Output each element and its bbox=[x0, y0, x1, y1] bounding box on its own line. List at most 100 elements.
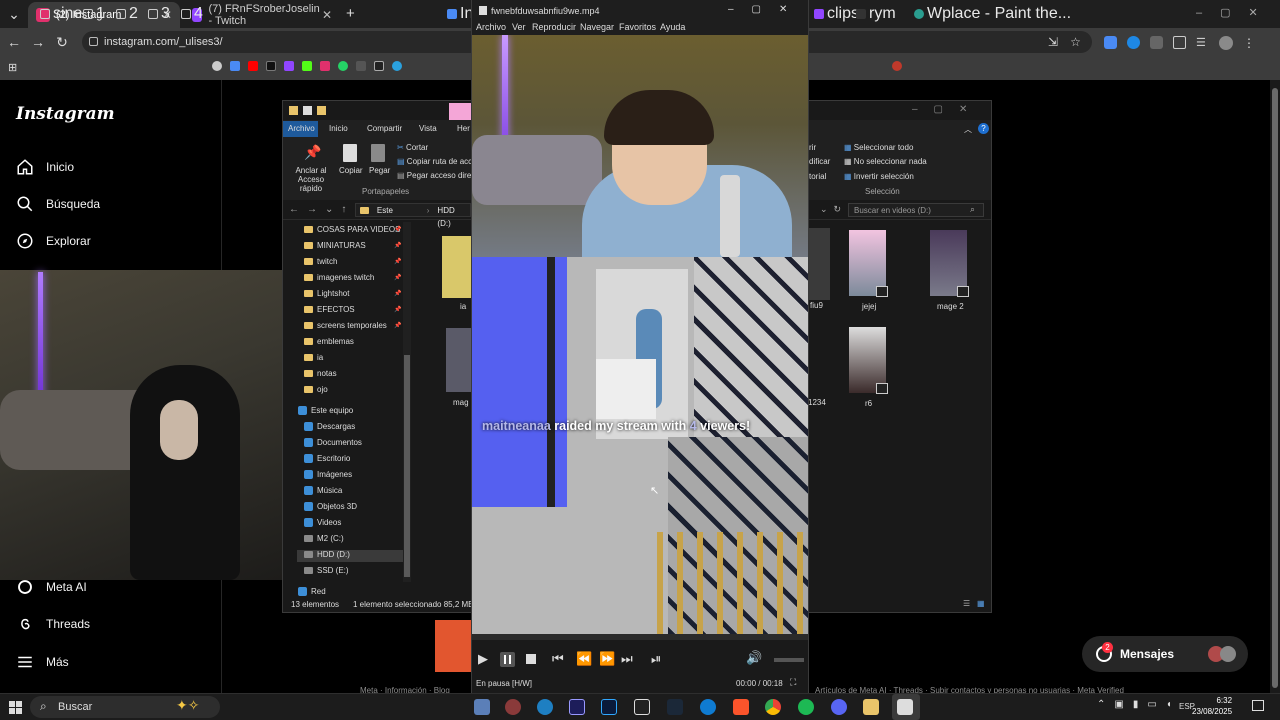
telegram-icon[interactable] bbox=[392, 61, 402, 71]
spotify-icon[interactable] bbox=[798, 699, 814, 715]
back-icon[interactable]: ← bbox=[289, 204, 299, 215]
premiere-icon[interactable] bbox=[569, 699, 585, 715]
reading-list-icon[interactable]: ☰ bbox=[1196, 36, 1209, 49]
file-thumbnail[interactable] bbox=[446, 328, 471, 392]
nav-explore[interactable]: Explorar bbox=[16, 232, 91, 250]
instagram-icon[interactable] bbox=[320, 61, 330, 71]
properties-icon[interactable] bbox=[303, 106, 312, 115]
up-icon[interactable]: ↑ bbox=[341, 204, 346, 215]
file-thumbnail[interactable] bbox=[442, 236, 472, 298]
fast-forward-icon[interactable]: ⏩ bbox=[599, 651, 615, 667]
volume-icon[interactable]: 🔊 bbox=[746, 650, 762, 666]
menu-reproducir[interactable]: Reproducir bbox=[532, 22, 576, 32]
breadcrumb[interactable]: Este equipo › HDD (D:) bbox=[355, 203, 471, 228]
player-window-controls[interactable]: –▢✕ bbox=[728, 4, 805, 15]
this-pc-child-item[interactable]: Documentos bbox=[304, 438, 362, 447]
invert-selection-button[interactable]: ▦ Invertir selección bbox=[844, 172, 914, 181]
apps-grid-icon[interactable]: ⊞ bbox=[8, 61, 17, 74]
taskbar-app-icon[interactable] bbox=[505, 699, 521, 715]
pin-quick-access-button[interactable]: Anclar al Acceso rápido bbox=[287, 166, 335, 193]
tiktok-icon[interactable] bbox=[266, 61, 276, 71]
paste-button[interactable]: Pegar bbox=[369, 166, 390, 175]
copy-path-button[interactable]: ▤ Copiar ruta de acc bbox=[397, 157, 472, 166]
window-controls[interactable]: –▢✕ bbox=[1196, 6, 1276, 19]
quick-access-item[interactable]: screens temporales 📌 bbox=[304, 321, 401, 330]
tray-app-icon[interactable]: ▣ bbox=[1114, 699, 1123, 710]
frame-step-icon[interactable]: ⏯ bbox=[651, 651, 661, 667]
this-pc-child-item[interactable]: HDD (D:) bbox=[304, 550, 350, 559]
profile-avatar[interactable] bbox=[1219, 36, 1233, 50]
ribbon-partial-item[interactable]: rir bbox=[809, 143, 816, 152]
extension-icon[interactable] bbox=[1150, 36, 1163, 49]
whatsapp-icon[interactable] bbox=[338, 61, 348, 71]
chevron-up-icon[interactable]: ⌃ bbox=[1097, 699, 1105, 710]
network-icon[interactable]: ▭ bbox=[1147, 699, 1156, 710]
ribbon-collapse-icon[interactable]: ︿ bbox=[964, 124, 972, 135]
this-pc-child-item[interactable]: M2 (C:) bbox=[304, 534, 344, 543]
file-label[interactable]: fiu9 bbox=[810, 301, 823, 310]
menu-dots-icon[interactable]: ⋮ bbox=[1243, 36, 1255, 50]
tab-archivo[interactable]: Archivo bbox=[288, 124, 315, 133]
menu-ayuda[interactable]: Ayuda bbox=[660, 22, 685, 32]
paste-shortcut-button[interactable]: ▤ Pegar acceso direc bbox=[397, 171, 475, 180]
tab-vista[interactable]: Vista bbox=[419, 124, 437, 133]
quick-access-item[interactable]: emblemas bbox=[304, 337, 354, 346]
quick-access-item[interactable]: twitch 📌 bbox=[304, 257, 401, 266]
new-tab-button[interactable]: + bbox=[346, 5, 355, 22]
edge-icon[interactable] bbox=[700, 699, 716, 715]
file-label[interactable]: ia bbox=[460, 302, 466, 311]
this-pc-child-item[interactable]: Imágenes bbox=[304, 470, 352, 479]
edge-dev-icon[interactable] bbox=[537, 699, 553, 715]
photoshop-icon[interactable] bbox=[601, 699, 617, 715]
quick-access-item[interactable]: MINIATURAS 📌 bbox=[304, 241, 401, 250]
pause-button[interactable] bbox=[500, 652, 515, 667]
file-label[interactable]: jejej bbox=[862, 302, 876, 311]
volume-slider[interactable] bbox=[774, 658, 804, 662]
bookmark-folder[interactable]: 2 bbox=[116, 5, 138, 23]
chevron-down-icon[interactable]: ⌄ bbox=[820, 204, 828, 215]
rewind-icon[interactable]: ⏪ bbox=[576, 651, 592, 667]
this-pc-child-item[interactable]: Música bbox=[304, 486, 342, 495]
instagram-logo[interactable]: Instagram bbox=[16, 104, 115, 124]
stop-icon[interactable] bbox=[526, 654, 536, 664]
file-label[interactable]: mag bbox=[453, 398, 469, 407]
bookmark-folder[interactable]: 1 bbox=[83, 5, 105, 23]
folder-taskbar-icon[interactable] bbox=[863, 699, 879, 715]
details-view-icon[interactable]: ☰ bbox=[963, 599, 970, 608]
selected-file-highlight[interactable] bbox=[808, 228, 830, 300]
nav-more[interactable]: Más bbox=[16, 653, 69, 671]
close-tab-icon[interactable]: ✕ bbox=[322, 8, 332, 22]
twitch-icon[interactable] bbox=[284, 61, 294, 71]
steam-icon[interactable] bbox=[667, 699, 683, 715]
select-none-button[interactable]: ▦ No seleccionar nada bbox=[844, 157, 927, 166]
large-icons-view-icon[interactable]: ▦ bbox=[977, 599, 985, 608]
ribbon-partial-item[interactable]: dificar bbox=[809, 157, 830, 166]
select-all-button[interactable]: ▦ Seleccionar todo bbox=[844, 143, 913, 152]
forward-icon[interactable]: → bbox=[307, 204, 317, 215]
tab-compartir[interactable]: Compartir bbox=[367, 124, 402, 133]
copy-button[interactable]: Copiar bbox=[339, 166, 363, 175]
bookmark-clips[interactable]: clips bbox=[814, 5, 859, 23]
bookmark-icon[interactable] bbox=[892, 61, 902, 71]
menu-favoritos[interactable]: Favoritos bbox=[619, 22, 656, 32]
tab-herramientas[interactable]: Her bbox=[457, 124, 470, 133]
notification-icon[interactable] bbox=[1252, 700, 1264, 711]
forward-icon[interactable]: → bbox=[26, 30, 50, 54]
puzzle-icon[interactable] bbox=[1173, 36, 1186, 49]
quick-access-item[interactable]: COSAS PARA VIDEOS 📌 bbox=[304, 225, 401, 234]
youtube-icon[interactable] bbox=[248, 61, 258, 71]
tab-search-icon[interactable]: ⌄ bbox=[2, 2, 26, 26]
breadcrumb-item[interactable]: HDD (D:) bbox=[437, 204, 470, 228]
x-icon[interactable] bbox=[374, 61, 384, 71]
nav-search[interactable]: Búsqueda bbox=[16, 195, 100, 213]
menu-ver[interactable]: Ver bbox=[512, 22, 526, 32]
nav-pane-scrollbar-thumb[interactable] bbox=[404, 355, 410, 577]
sparkle-icon[interactable]: ✦✧ bbox=[176, 697, 199, 714]
help-icon[interactable]: ? bbox=[978, 123, 989, 134]
quick-access-item[interactable]: ojo bbox=[304, 385, 328, 394]
bookmark-icon[interactable] bbox=[230, 61, 240, 71]
nav-meta-ai[interactable]: Meta AI bbox=[16, 578, 87, 596]
explorer-window-controls[interactable]: –▢✕ bbox=[912, 104, 983, 115]
explorer-search-input[interactable]: Buscar en videos (D:) bbox=[848, 203, 984, 217]
cut-button[interactable]: ✂ Cortar bbox=[397, 143, 428, 152]
